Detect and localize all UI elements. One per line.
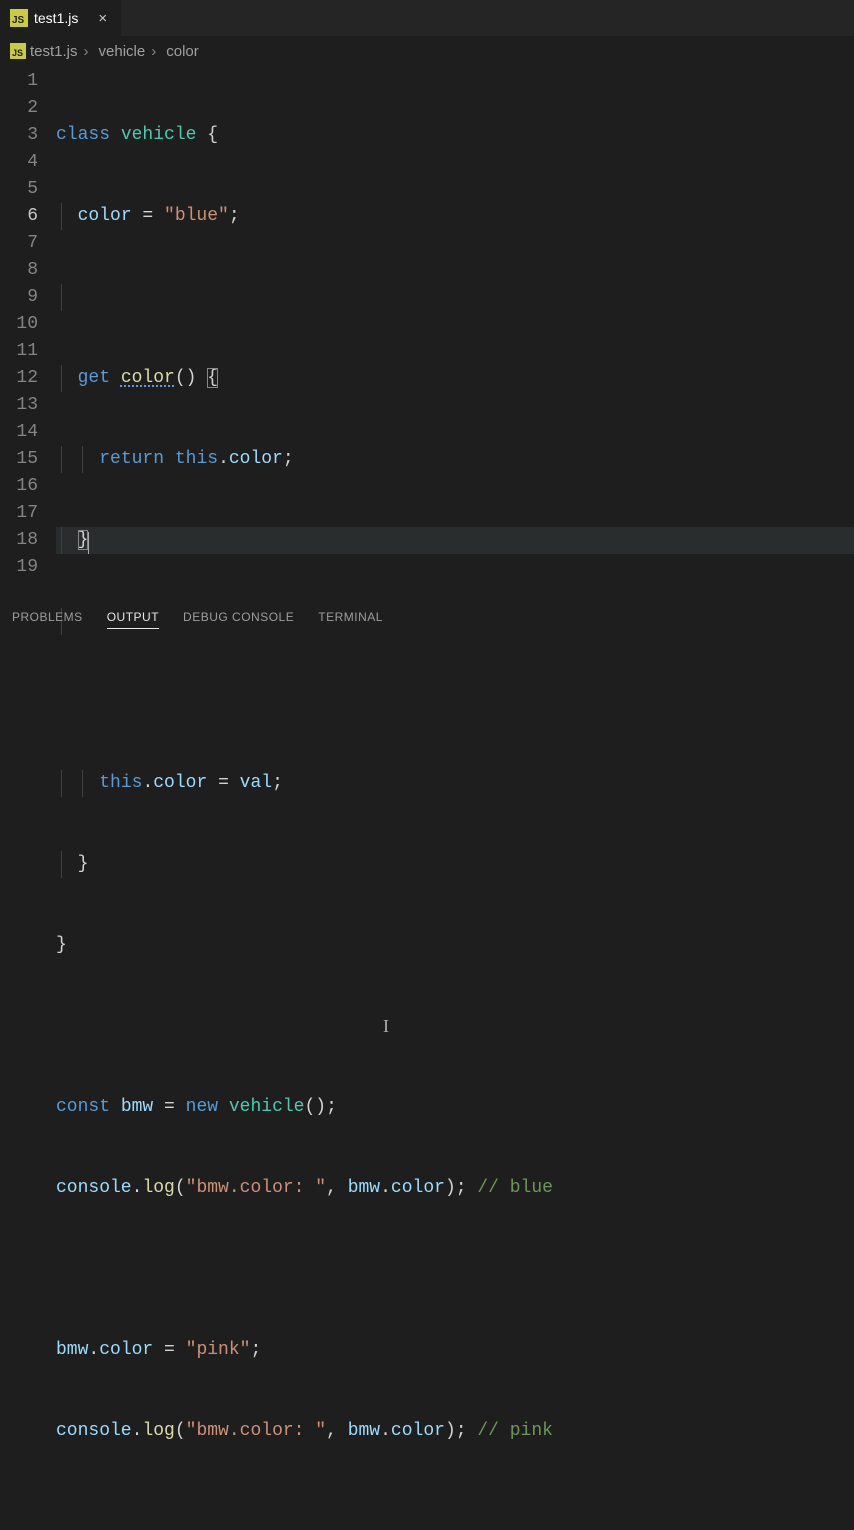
breadcrumb-property-label: color xyxy=(166,43,199,60)
code-line: get color() { xyxy=(56,365,854,392)
close-icon[interactable]: × xyxy=(94,9,111,28)
code-line: } xyxy=(56,932,854,959)
code-line: const bmw = new vehicle(); xyxy=(56,1094,854,1121)
bottom-panel: PROBLEMS OUTPUT DEBUG CONSOLE TERMINAL xyxy=(0,600,854,765)
line-number: 7 xyxy=(0,230,38,257)
tab-bar: JS test1.js × xyxy=(0,0,854,36)
line-number: 4 xyxy=(0,149,38,176)
code-line: I xyxy=(56,1013,854,1040)
panel-tabs: PROBLEMS OUTPUT DEBUG CONSOLE TERMINAL xyxy=(0,600,854,639)
line-number: 18 xyxy=(0,527,38,554)
line-number: 2 xyxy=(0,95,38,122)
code-line: } xyxy=(56,851,854,878)
tab-file-active[interactable]: JS test1.js × xyxy=(0,0,122,36)
code-line xyxy=(56,1256,854,1283)
line-number: 15 xyxy=(0,446,38,473)
code-line xyxy=(56,284,854,311)
code-line: this.color = val; xyxy=(56,770,854,797)
line-number-gutter: 1 2 3 4 5 6 7 8 9 10 11 12 13 14 15 16 1… xyxy=(0,68,56,1530)
code-line xyxy=(56,1499,854,1526)
line-number: 3 xyxy=(0,122,38,149)
line-number: 17 xyxy=(0,500,38,527)
tab-problems[interactable]: PROBLEMS xyxy=(12,610,83,629)
breadcrumb-symbol-property[interactable]: color xyxy=(162,43,199,60)
line-number: 11 xyxy=(0,338,38,365)
line-number: 10 xyxy=(0,311,38,338)
line-number-current: 6 xyxy=(0,203,38,230)
code-line: color = "blue"; xyxy=(56,203,854,230)
tab-terminal[interactable]: TERMINAL xyxy=(318,610,383,629)
breadcrumb-class-label: vehicle xyxy=(99,43,146,60)
chevron-right-icon: › xyxy=(151,43,156,60)
code-line: return this.color; xyxy=(56,446,854,473)
code-line-current: } xyxy=(56,527,854,554)
line-number: 5 xyxy=(0,176,38,203)
code-line: console.log("bmw.color: ", bmw.color); /… xyxy=(56,1418,854,1445)
chevron-right-icon: › xyxy=(84,43,89,60)
breadcrumb: JS test1.js › vehicle › color xyxy=(0,36,854,66)
code-line: bmw.color = "pink"; xyxy=(56,1337,854,1364)
code-line: console.log("bmw.color: ", bmw.color); /… xyxy=(56,1175,854,1202)
js-file-icon: JS xyxy=(10,43,26,59)
line-number: 16 xyxy=(0,473,38,500)
panel-body[interactable] xyxy=(0,639,854,765)
line-number: 9 xyxy=(0,284,38,311)
text-cursor xyxy=(88,532,89,554)
breadcrumb-file[interactable]: JS test1.js xyxy=(10,43,78,60)
line-number: 1 xyxy=(0,68,38,95)
tab-debug-console[interactable]: DEBUG CONSOLE xyxy=(183,610,294,629)
tab-output[interactable]: OUTPUT xyxy=(107,610,159,629)
breadcrumb-symbol-class[interactable]: vehicle xyxy=(95,43,146,60)
breadcrumb-file-label: test1.js xyxy=(30,43,78,60)
js-file-icon: JS xyxy=(10,9,28,27)
line-number: 12 xyxy=(0,365,38,392)
line-number: 13 xyxy=(0,392,38,419)
code-content[interactable]: class vehicle { color = "blue"; get colo… xyxy=(56,68,854,1530)
line-number: 8 xyxy=(0,257,38,284)
code-editor[interactable]: 1 2 3 4 5 6 7 8 9 10 11 12 13 14 15 16 1… xyxy=(0,66,854,1530)
code-line: class vehicle { xyxy=(56,122,854,149)
line-number: 19 xyxy=(0,554,38,581)
tab-filename: test1.js xyxy=(34,10,78,26)
ibeam-cursor-icon: I xyxy=(383,1013,389,1040)
line-number: 14 xyxy=(0,419,38,446)
